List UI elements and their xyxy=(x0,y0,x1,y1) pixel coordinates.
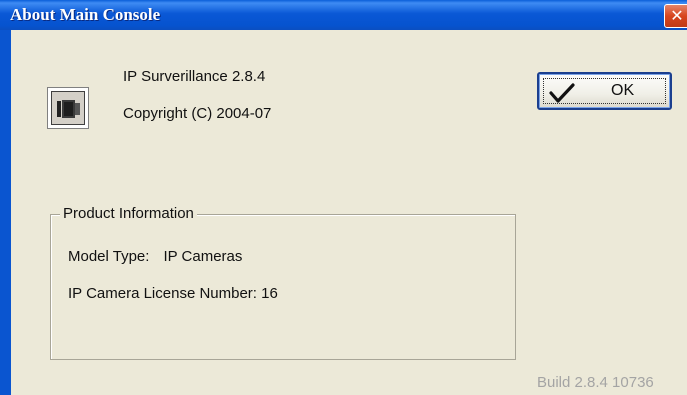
license-row: IP Camera License Number: 16 xyxy=(68,285,278,302)
build-number: Build 2.8.4 10736 xyxy=(537,374,654,391)
about-dialog: About Main Console ✕ IP Surverillance 2.… xyxy=(0,0,687,395)
ok-button[interactable]: OK xyxy=(537,72,672,110)
title-bar[interactable]: About Main Console ✕ xyxy=(0,0,687,30)
ok-button-label: OK xyxy=(611,82,635,99)
close-button[interactable]: ✕ xyxy=(664,4,687,28)
camera-icon xyxy=(47,87,89,129)
copyright-text: Copyright (C) 2004-07 xyxy=(123,105,272,122)
product-info-legend: Product Information xyxy=(60,205,197,222)
close-icon: ✕ xyxy=(670,6,684,25)
icon-frame xyxy=(51,91,85,125)
window-border xyxy=(0,30,11,395)
window-title: About Main Console xyxy=(10,5,161,24)
dialog-body: IP Surverillance 2.8.4 Copyright (C) 200… xyxy=(11,30,687,395)
model-type-row: Model Type: IP Cameras xyxy=(68,248,242,265)
model-type-label: Model Type: xyxy=(68,248,150,265)
product-name: IP Surverillance 2.8.4 xyxy=(123,68,266,85)
license-value: 16 xyxy=(261,285,278,302)
camera-icon-graphic xyxy=(57,100,80,118)
checkmark-icon xyxy=(549,83,575,103)
license-label: IP Camera License Number: xyxy=(68,285,257,302)
model-type-value: IP Cameras xyxy=(163,248,243,265)
